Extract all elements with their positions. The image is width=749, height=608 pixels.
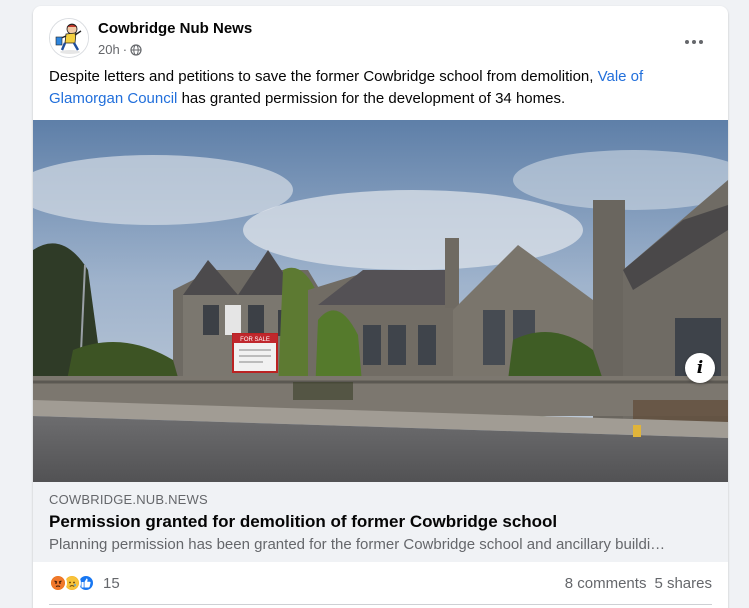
nub-mascot-logo [50, 19, 88, 57]
link-title[interactable]: Permission granted for demolition of for… [49, 512, 557, 532]
link-domain: COWBRIDGE.NUB.NEWS [49, 492, 208, 507]
post-text-end: has granted permission for the developme… [177, 90, 566, 107]
reaction-count[interactable]: 15 [103, 575, 120, 592]
reactions-bar: 15 8 comments 5 shares [49, 568, 712, 598]
more-options-button[interactable] [676, 24, 712, 60]
post-meta: 20h · [98, 42, 142, 57]
shares-count[interactable]: 5 shares [654, 575, 712, 592]
image-info-button[interactable]: i [685, 353, 715, 383]
post-text: Despite letters and petitions to save th… [49, 66, 712, 110]
more-dots-icon [685, 40, 703, 44]
page-avatar[interactable] [49, 18, 89, 58]
post-time[interactable]: 20h [98, 42, 120, 57]
angry-reaction-icon [49, 574, 67, 592]
post-card: Cowbridge Nub News 20h · Despite letters… [33, 6, 728, 608]
page-name[interactable]: Cowbridge Nub News [98, 20, 252, 37]
reaction-summary[interactable]: 15 [49, 574, 120, 592]
for-sale-sign-text: FOR SALE [240, 337, 270, 343]
school-building-photo[interactable]: FOR SALE [33, 120, 728, 482]
divider [49, 604, 712, 605]
post-header: Cowbridge Nub News 20h · [49, 18, 712, 62]
post-text-start: Despite letters and petitions to save th… [49, 68, 598, 85]
link-description: Planning permission has been granted for… [49, 536, 666, 553]
comments-count[interactable]: 8 comments [565, 575, 647, 592]
link-preview[interactable]: COWBRIDGE.NUB.NEWS Permission granted fo… [33, 482, 728, 562]
engagement-stats: 8 comments 5 shares [565, 575, 712, 592]
meta-separator: · [122, 42, 128, 57]
globe-icon[interactable] [130, 43, 142, 56]
